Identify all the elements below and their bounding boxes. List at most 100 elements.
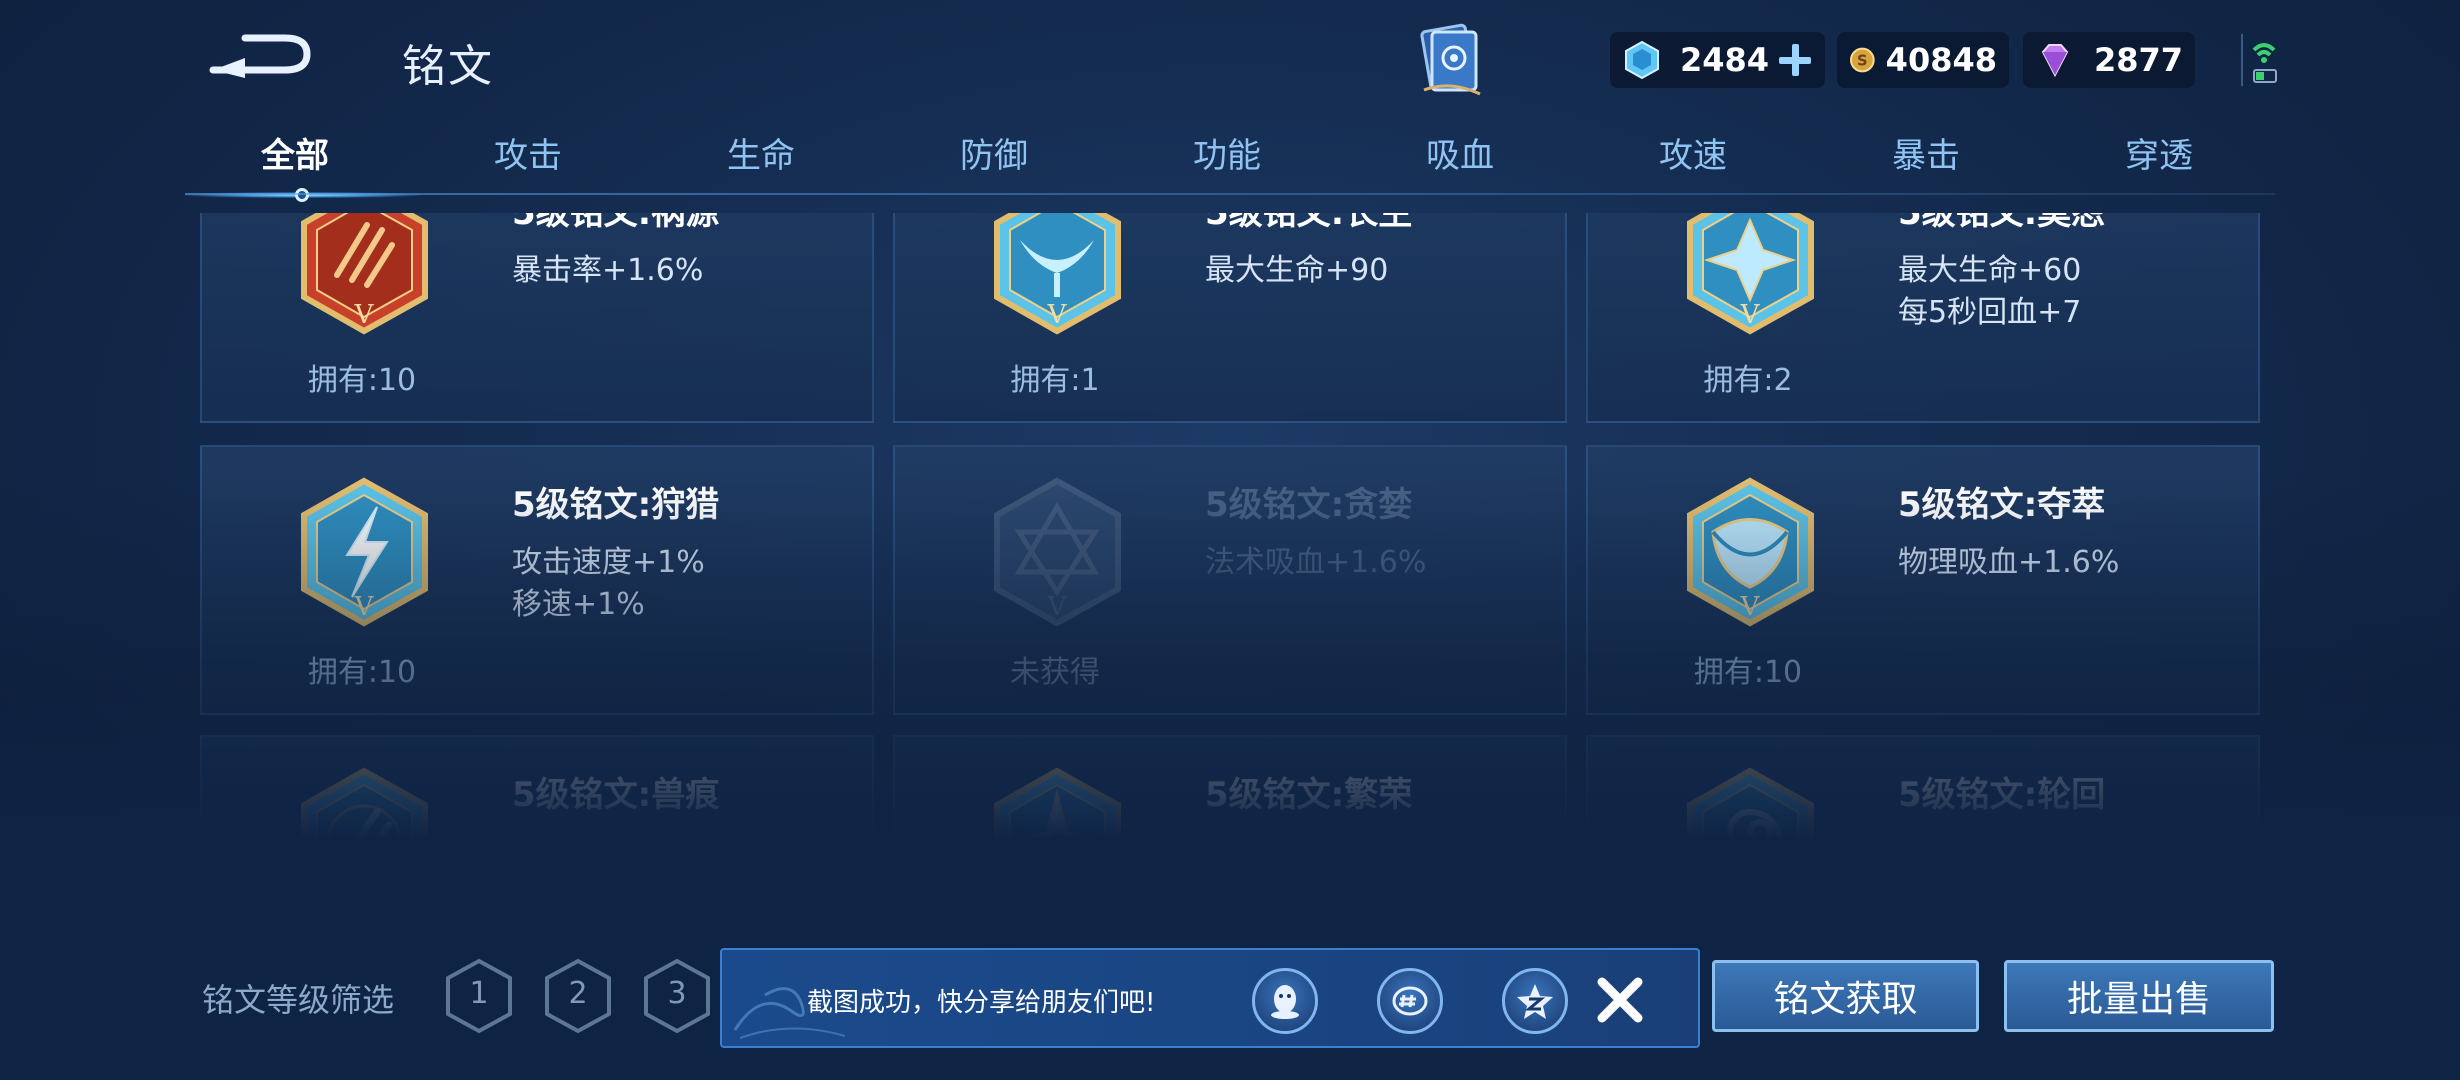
inscription-attr: 法术吸血+1.6%: [1205, 545, 1427, 580]
blue-tail-rune-icon: V: [994, 213, 1121, 335]
inscription-card[interactable]: V 拥有:10 5级铭文:夺萃 物理吸血+1.6%: [1586, 445, 2260, 715]
level-filter-3[interactable]: 3: [642, 958, 712, 1034]
inscription-card[interactable]: V 拥有:2 5级铭文:莫怨 最大生命+60 每5秒回血+7: [1586, 213, 2260, 423]
active-tab-dot: [295, 188, 309, 202]
add-currency-button[interactable]: [1777, 42, 1813, 78]
tab-attack[interactable]: 攻击: [428, 128, 628, 177]
owned-count: 拥有:2: [1703, 363, 1793, 398]
svg-text:V: V: [354, 592, 375, 622]
level-number: 1: [469, 976, 489, 1011]
red-claw-rune-icon: V: [301, 213, 428, 335]
inscription-attr: 暴击率+0.5%: [512, 835, 704, 870]
inscription-name: 5级铭文:繁荣: [1205, 775, 1413, 815]
back-button[interactable]: [205, 28, 315, 88]
inscription-card[interactable]: V 拥有:10 5级铭文:祸源 暴击率+1.6%: [200, 213, 874, 423]
purple-gem-icon: [2041, 44, 2069, 78]
inscription-name: 5级铭文:兽痕: [512, 775, 720, 815]
tab-all[interactable]: 全部: [195, 128, 395, 177]
svg-text:V: V: [1047, 300, 1068, 330]
share-message: 截图成功，快分享给朋友们吧!: [807, 988, 1156, 1018]
svg-text:V: V: [1740, 882, 1761, 912]
blue-claw-rune-icon: V: [301, 767, 428, 913]
wechat-moments-icon: [1392, 986, 1428, 1016]
inscription-name: 5级铭文:莫怨: [1898, 213, 2106, 233]
svg-text:S: S: [1857, 52, 1868, 69]
inscription-name: 5级铭文:狩猎: [512, 485, 720, 525]
bulk-sell-button[interactable]: 批量出售: [2004, 960, 2274, 1032]
inscription-attr: 攻击速度+1%: [512, 545, 705, 580]
blue-spiral-rune-icon: V: [1687, 767, 1814, 913]
owned-count: 拥有:10: [307, 655, 417, 690]
wifi-signal-icon: [2241, 34, 2277, 86]
inscription-attr: 法术吸血+1%: [1898, 877, 2091, 912]
inscription-card-locked[interactable]: V 未获得 5级铭文:贪婪 法术吸血+1.6%: [893, 445, 1567, 715]
inscription-attr: 暴击率+1.6%: [512, 253, 704, 288]
inscription-card[interactable]: V 5级铭文:兽痕 暴击率+0.5% 最大生命+60: [200, 735, 874, 913]
page-title: 铭文: [402, 41, 494, 92]
svg-text:V: V: [1740, 300, 1761, 330]
diamond-coupon-value: 2484: [1679, 41, 1769, 79]
tab-divider: [185, 193, 2275, 195]
inscription-name: 5级铭文:祸源: [512, 213, 720, 233]
share-moments-button[interactable]: [1377, 968, 1443, 1034]
inscription-name: 5级铭文:夺萃: [1898, 485, 2106, 525]
owned-status: 未获得: [1010, 655, 1100, 690]
tab-defense[interactable]: 防御: [894, 128, 1094, 177]
inscription-grid[interactable]: V 拥有:10 5级铭文:祸源 暴击率+1.6% V 拥有:1 5级铭文:长生 …: [200, 213, 2260, 913]
purple-gem-value: 2877: [2093, 41, 2183, 79]
level-filter-label: 铭文等级筛选: [202, 981, 395, 1019]
inscription-card[interactable]: V 拥有:10 5级铭文:狩猎 攻击速度+1% 移速+1%: [200, 445, 874, 715]
inscription-attr: 物理吸血+1%: [1205, 835, 1398, 870]
blue-lightning-rune-icon: V: [301, 477, 428, 627]
inscription-attr: 每5秒回血+7: [1898, 295, 2082, 330]
blue-knot-rune-icon: V: [1687, 477, 1814, 627]
share-qq-button[interactable]: [1252, 968, 1318, 1034]
inscription-name: 5级铭文:轮回: [1898, 775, 2106, 815]
svg-text:V: V: [1047, 592, 1068, 622]
level-filter-1[interactable]: 1: [444, 958, 514, 1034]
qq-icon: [1271, 985, 1299, 1019]
inscription-book-icon[interactable]: [1410, 20, 1490, 100]
inscription-card[interactable]: V 5级铭文:繁荣 物理吸血+1% 物理防御+5: [893, 735, 1567, 913]
gold-coin-icon: S: [1850, 47, 1875, 73]
inscription-attr: 最大生命+60: [1898, 253, 2082, 288]
svg-text:V: V: [354, 300, 375, 330]
owned-count: 拥有:1: [1010, 363, 1100, 398]
purple-gem-balance: 2877: [2023, 32, 2195, 88]
inscription-attr: 物理防御+5: [1205, 877, 1370, 912]
share-qzone-button[interactable]: [1502, 968, 1568, 1034]
inscription-attr: 最大生命+90: [1205, 253, 1389, 288]
inscription-name: 5级铭文:长生: [1205, 213, 1413, 233]
tab-critical[interactable]: 暴击: [1826, 128, 2026, 177]
qzone-icon: [1517, 984, 1553, 1019]
blue-cross-rune-icon: V: [994, 767, 1121, 913]
inscription-attr: 移速+1%: [512, 587, 645, 622]
screenshot-share-panel: 截图成功，快分享给朋友们吧!: [720, 948, 1700, 1048]
inscription-attr: 物理吸血+1.6%: [1898, 545, 2120, 580]
close-icon[interactable]: [1592, 972, 1648, 1028]
diamond-coupon-balance: 2484: [1610, 32, 1825, 88]
tab-health[interactable]: 生命: [661, 128, 861, 177]
tab-lifesteal[interactable]: 吸血: [1360, 128, 1560, 177]
inscription-name: 5级铭文:贪婪: [1205, 485, 1413, 525]
inscription-attr: 法术攻击+2.4: [1898, 835, 2091, 870]
owned-count: 拥有:10: [307, 363, 417, 398]
gold-coin-balance: S 40848: [1837, 32, 2009, 88]
inscription-card[interactable]: V 5级铭文:轮回 法术攻击+2.4 法术吸血+1%: [1586, 735, 2260, 913]
svg-text:V: V: [1047, 882, 1068, 912]
tab-penetration[interactable]: 穿透: [2059, 128, 2259, 177]
blue-star-rune-icon: V: [1687, 213, 1814, 335]
hexagram-rune-icon: V: [994, 477, 1121, 627]
level-number: 2: [568, 976, 588, 1011]
inscription-card[interactable]: V 拥有:1 5级铭文:长生 最大生命+90: [893, 213, 1567, 423]
level-filter-2[interactable]: 2: [543, 958, 613, 1034]
inscription-attr: 最大生命+60: [512, 877, 696, 912]
get-inscription-button[interactable]: 铭文获取: [1712, 960, 1979, 1032]
level-number: 3: [667, 976, 687, 1011]
tab-attack-speed[interactable]: 攻速: [1593, 128, 1793, 177]
tab-utility[interactable]: 功能: [1127, 128, 1327, 177]
owned-count: 拥有:10: [1693, 655, 1803, 690]
diamond-coupon-icon: [1625, 40, 1659, 80]
gold-coin-value: 40848: [1885, 41, 1997, 79]
category-tabs: 全部 攻击 生命 防御 功能 吸血 攻速 暴击 穿透: [185, 128, 2275, 202]
